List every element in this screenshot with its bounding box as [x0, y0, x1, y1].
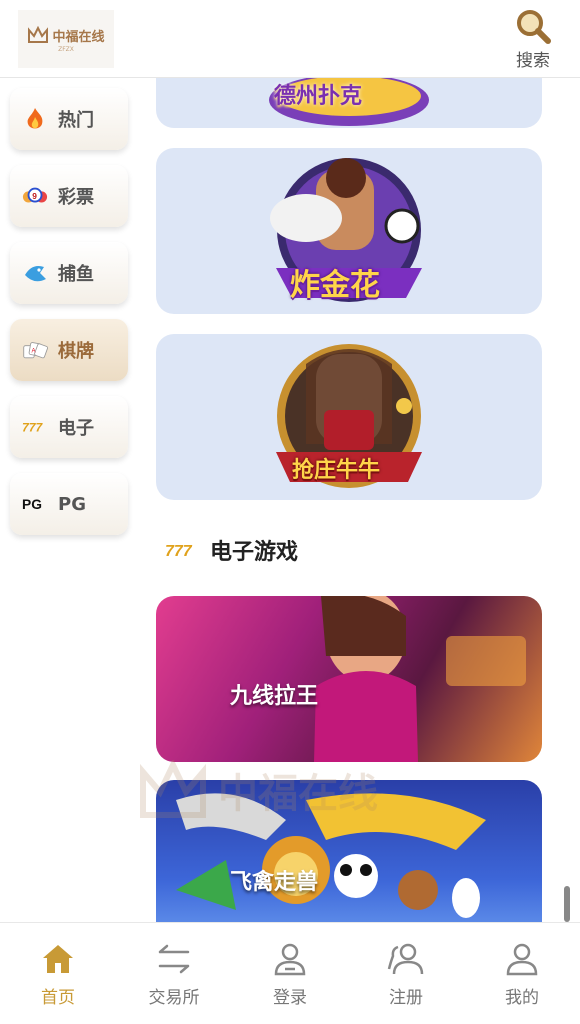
users-icon: [387, 943, 424, 975]
sidebar-item-label: PG: [58, 493, 86, 515]
user-icon: [274, 943, 306, 976]
game-title-feiqin-zoushou: 飞禽走兽: [230, 870, 319, 895]
game-title-qiangzhuang-niuniu: 抢庄牛牛: [292, 458, 381, 483]
sidebar-item-lottery[interactable]: 9 彩票: [10, 165, 128, 227]
sidebar-item-electronic[interactable]: 777 电子: [10, 396, 128, 458]
slot-777-icon: 777: [22, 415, 48, 439]
nav-label-login: 登录: [273, 988, 307, 1008]
lottery-ball-icon: 9: [22, 184, 48, 208]
nav-label-home: 首页: [41, 988, 75, 1008]
sidebar-item-pg[interactable]: PG PG: [10, 473, 128, 535]
logo-row: 中福在线: [27, 26, 105, 45]
playing-cards-icon: A: [22, 338, 48, 362]
slot-777-icon: 777: [165, 543, 193, 560]
flame-icon: [22, 107, 48, 131]
sidebar-item-label: 电子: [58, 418, 94, 439]
sidebar-item-chess-cards[interactable]: A 棋牌: [10, 319, 128, 381]
search-button[interactable]: 搜索: [508, 8, 558, 72]
game-card-zhajinhua[interactable]: 炸金花: [156, 148, 542, 314]
nav-label-profile: 我的: [505, 988, 539, 1008]
nav-label-exchange: 交易所: [148, 988, 200, 1008]
content-scrollbar[interactable]: [564, 886, 570, 922]
nav-item-exchange[interactable]: 交易所: [116, 923, 232, 1024]
app-page: 中福在线 ZFZX 搜索 德州扑克 炸金花 抢庄牛牛 777 电子游戏 九线拉王…: [0, 0, 580, 1024]
profile-icon: [506, 943, 538, 976]
search-icon: [517, 10, 551, 44]
section-header-electronic-games: 777 电子游戏: [164, 534, 298, 566]
svg-text:9: 9: [32, 191, 37, 201]
nav-item-register[interactable]: 注册: [348, 923, 464, 1024]
game-title-texas-holdem: 德州扑克: [274, 84, 363, 109]
watermark-text: 中福在线: [218, 771, 378, 817]
game-title-zhajinhua: 炸金花: [290, 268, 380, 303]
nav-item-home[interactable]: 首页: [0, 923, 116, 1024]
home-icon: [43, 945, 73, 973]
watermark: 中福在线: [138, 750, 478, 830]
game-art-jiuxian-lawang: [314, 596, 526, 762]
sidebar-item-label: 棋牌: [58, 341, 94, 362]
sidebar-item-hot[interactable]: 热门: [10, 88, 128, 150]
game-card-jiuxian-lawang[interactable]: 九线拉王: [156, 596, 542, 762]
svg-text:777: 777: [165, 543, 193, 560]
category-sidebar: 热门 9 彩票 捕鱼 A 棋牌 777 电子 PG PG: [0, 78, 140, 922]
logo-subtext: ZFZX: [58, 45, 74, 53]
bottom-nav: 首页 交易所 登录 注册 我的: [0, 922, 580, 1024]
search-label: 搜索: [516, 51, 550, 71]
pg-logo-icon: PG: [22, 492, 48, 516]
brand-logo[interactable]: 中福在线 ZFZX: [18, 10, 114, 68]
svg-text:777: 777: [22, 420, 43, 434]
nav-item-login[interactable]: 登录: [232, 923, 348, 1024]
sidebar-item-label: 捕鱼: [58, 264, 94, 285]
nav-item-profile[interactable]: 我的: [464, 923, 580, 1024]
nav-label-register: 注册: [389, 988, 423, 1008]
svg-text:PG: PG: [22, 496, 42, 512]
exchange-icon: [158, 944, 190, 974]
sidebar-item-label: 彩票: [58, 187, 94, 208]
sidebar-item-label: 热门: [58, 110, 94, 131]
game-card-texas-holdem[interactable]: 德州扑克: [156, 78, 542, 128]
game-card-qiangzhuang-niuniu[interactable]: 抢庄牛牛: [156, 334, 542, 500]
sidebar-item-fishing[interactable]: 捕鱼: [10, 242, 128, 304]
crown-logo-icon: [28, 26, 49, 43]
watermark-crown-icon: [140, 760, 206, 818]
fish-icon: [22, 261, 48, 285]
app-header: 中福在线 ZFZX 搜索: [0, 0, 580, 78]
logo-text: 中福在线: [52, 29, 105, 45]
game-title-jiuxian-lawang: 九线拉王: [230, 684, 319, 709]
section-title: 电子游戏: [210, 540, 299, 565]
